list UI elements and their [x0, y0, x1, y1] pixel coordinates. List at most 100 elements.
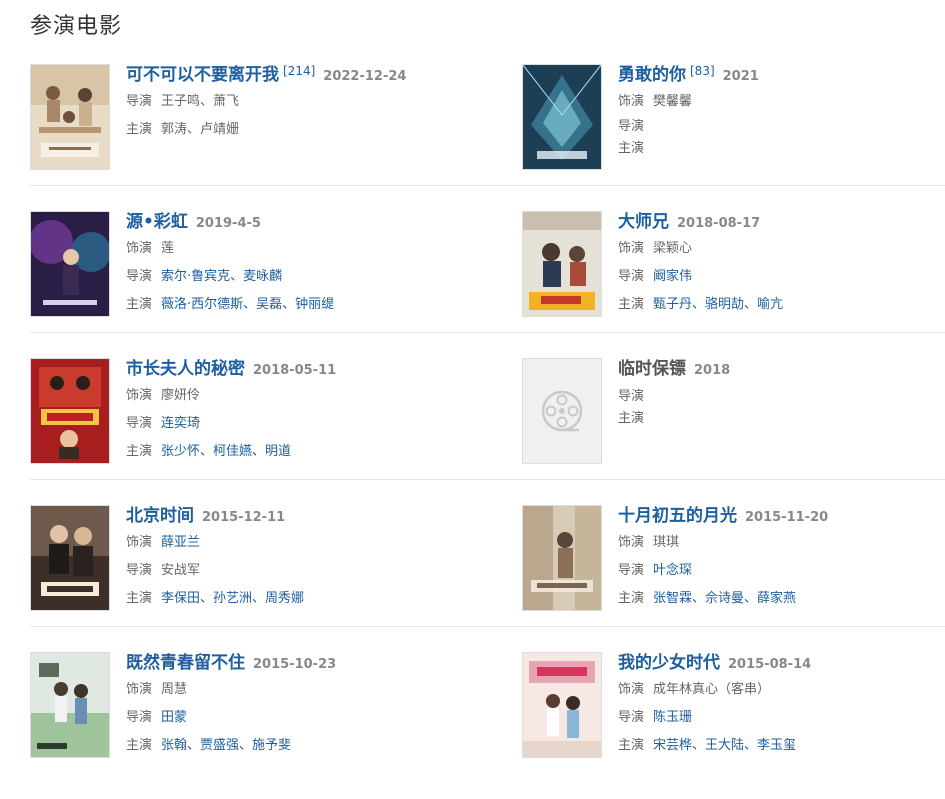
- director-label: 导演: [126, 269, 153, 284]
- movie-title-link[interactable]: 十月初五的月光: [618, 506, 737, 526]
- movie-poster[interactable]: [30, 64, 110, 170]
- movie-item: 既然青春留不住 2015-10-23 饰演 周慧 导演 田蒙 主演 张翰、贾盛强、施予斐: [30, 652, 450, 762]
- poster-image: [523, 653, 601, 757]
- cast-value[interactable]: 张翰、贾盛强、施予斐: [161, 738, 291, 753]
- cast-value[interactable]: 张智霖、佘诗曼、薛家燕: [653, 591, 796, 606]
- movie-title-link[interactable]: 北京时间: [126, 506, 194, 526]
- movie-info: 既然青春留不住 2015-10-23 饰演 周慧 导演 田蒙 主演 张翰、贾盛强、施予斐: [126, 650, 456, 760]
- director-label: 导演: [618, 389, 645, 404]
- movie-poster[interactable]: [522, 505, 602, 611]
- release-date: 2018: [694, 363, 731, 378]
- release-date: 2015-10-23: [253, 657, 337, 672]
- role-value: 莲: [161, 241, 175, 256]
- movie-item: 市长夫人的秘密 2018-05-11 饰演 廖妍伶 导演 连奕琦 主演 张少怀、柯佳嬿、…: [30, 358, 450, 468]
- poster-image: [523, 65, 601, 169]
- movie-poster[interactable]: [522, 64, 602, 170]
- role-label: 饰演: [618, 241, 645, 256]
- movie-poster[interactable]: [522, 652, 602, 758]
- poster-image: [31, 506, 109, 610]
- poster-image: [523, 212, 601, 316]
- movie-info: 大师兄 2018-08-17 饰演 梁颖心 导演 阚家伟 主演 甄子丹、骆明劼、喻亢: [618, 209, 945, 319]
- movie-title-link[interactable]: 可不可以不要离开我: [126, 65, 279, 85]
- cast-label: 主演: [618, 141, 645, 156]
- movie-info: 勇敢的你 [83] 2021 饰演 樊馨馨 导演 主演: [618, 62, 945, 160]
- cast-value[interactable]: 甄子丹、骆明劼、喻亢: [653, 297, 783, 312]
- role-label: 饰演: [126, 241, 153, 256]
- movie-row: 既然青春留不住 2015-10-23 饰演 周慧 导演 田蒙 主演 张翰、贾盛强、施予斐: [30, 626, 945, 799]
- film-reel-icon: [523, 359, 601, 463]
- director-label: 导演: [618, 563, 645, 578]
- role-label: 饰演: [618, 535, 645, 550]
- cast-label: 主演: [126, 738, 153, 753]
- poster-image: [31, 212, 109, 316]
- movie-title-link[interactable]: 源•彩虹: [126, 212, 188, 232]
- cast-value[interactable]: 张少怀、柯佳嬿、明道: [161, 444, 291, 459]
- movie-poster[interactable]: [30, 358, 110, 464]
- movie-title-link[interactable]: 大师兄: [618, 212, 669, 232]
- role-label: 饰演: [126, 535, 153, 550]
- movie-info: 可不可以不要离开我 [214] 2022-12-24 导演 王子鸣、萧飞 主演 郭涛、卢…: [126, 62, 456, 144]
- poster-image: [31, 359, 109, 463]
- cast-label: 主演: [618, 591, 645, 606]
- release-date: 2019-4-5: [195, 216, 261, 231]
- movie-title-link[interactable]: 我的少女时代: [618, 653, 720, 673]
- movie-row: 市长夫人的秘密 2018-05-11 饰演 廖妍伶 导演 连奕琦 主演 张少怀、柯佳嬿、…: [30, 332, 945, 505]
- director-value[interactable]: 索尔·鲁宾克、麦咏麟: [161, 269, 282, 284]
- movie-title-link[interactable]: 既然青春留不住: [126, 653, 245, 673]
- cast-value[interactable]: 薇洛·西尔德斯、吴磊、钟丽缇: [161, 297, 334, 312]
- movie-info: 源•彩虹 2019-4-5 饰演莲 导演 索尔·鲁宾克、麦咏麟 主演 薇洛·西尔德斯、…: [126, 209, 456, 319]
- cast-label: 主演: [126, 122, 153, 137]
- role-value: 樊馨馨: [653, 94, 693, 109]
- cast-value[interactable]: 宋芸桦、王大陆、李玉玺: [653, 738, 796, 753]
- movie-item: 源•彩虹 2019-4-5 饰演莲 导演 索尔·鲁宾克、麦咏麟 主演 薇洛·西尔德斯、…: [30, 211, 450, 321]
- director-label: 导演: [618, 119, 645, 134]
- movie-poster[interactable]: [30, 211, 110, 317]
- release-date: 2018-08-17: [677, 216, 761, 231]
- release-date: 2018-05-11: [253, 363, 337, 378]
- movie-title-link[interactable]: 市长夫人的秘密: [126, 359, 245, 379]
- director-value[interactable]: 阚家伟: [653, 269, 692, 284]
- cast-value: 郭涛、卢靖姗: [161, 122, 240, 137]
- movie-poster-placeholder[interactable]: [522, 358, 602, 464]
- director-label: 导演: [126, 563, 153, 578]
- cast-label: 主演: [126, 444, 153, 459]
- director-value[interactable]: 田蒙: [161, 710, 187, 725]
- movie-item: 可不可以不要离开我 [214] 2022-12-24 导演 王子鸣、萧飞 主演 郭涛、卢…: [30, 64, 450, 174]
- director-value[interactable]: 陈玉珊: [653, 710, 692, 725]
- movie-title-link[interactable]: 勇敢的你: [618, 65, 686, 85]
- director-label: 导演: [618, 710, 645, 725]
- role-label: 饰演: [126, 682, 153, 697]
- cast-label: 主演: [126, 591, 153, 606]
- reference-link[interactable]: [83]: [690, 64, 715, 78]
- release-date: 2021: [722, 69, 759, 84]
- movie-poster[interactable]: [30, 505, 110, 611]
- movie-poster[interactable]: [30, 652, 110, 758]
- movie-item: 临时保镖 2018 导演 主演: [522, 358, 942, 468]
- release-date: 2015-12-11: [202, 510, 286, 525]
- role-value: 周慧: [161, 682, 188, 697]
- role-value: 琪琪: [653, 535, 680, 550]
- movie-item: 大师兄 2018-08-17 饰演 梁颖心 导演 阚家伟 主演 甄子丹、骆明劼、喻亢: [522, 211, 942, 321]
- movie-grid: 可不可以不要离开我 [214] 2022-12-24 导演 王子鸣、萧飞 主演 郭涛、卢…: [30, 64, 945, 799]
- cast-label: 主演: [618, 411, 645, 426]
- role-value: 成年林真心（客串）: [653, 682, 771, 697]
- cast-value[interactable]: 李保田、孙艺洲、周秀娜: [161, 591, 304, 606]
- role-label: 饰演: [126, 388, 153, 403]
- movie-poster[interactable]: [522, 211, 602, 317]
- director-label: 导演: [126, 710, 153, 725]
- director-label: 导演: [126, 94, 153, 109]
- director-label: 导演: [618, 269, 645, 284]
- movie-title: 临时保镖: [618, 359, 686, 379]
- cast-label: 主演: [618, 297, 645, 312]
- director-value[interactable]: 叶念琛: [653, 563, 692, 578]
- movie-item: 勇敢的你 [83] 2021 饰演 樊馨馨 导演 主演: [522, 64, 942, 174]
- movie-info: 市长夫人的秘密 2018-05-11 饰演 廖妍伶 导演 连奕琦 主演 张少怀、柯佳嬿、…: [126, 356, 456, 466]
- role-label: 饰演: [618, 94, 645, 109]
- role-value[interactable]: 薛亚兰: [161, 535, 200, 550]
- reference-link[interactable]: [214]: [283, 64, 315, 78]
- movie-info: 十月初五的月光 2015-11-20 饰演 琪琪 导演 叶念琛 主演 张智霖、佘诗曼、薛…: [618, 503, 945, 613]
- role-value: 廖妍伶: [161, 388, 201, 403]
- movie-info: 临时保镖 2018 导演 主演: [618, 356, 945, 430]
- director-value[interactable]: 连奕琦: [161, 416, 200, 431]
- poster-image: [31, 653, 109, 757]
